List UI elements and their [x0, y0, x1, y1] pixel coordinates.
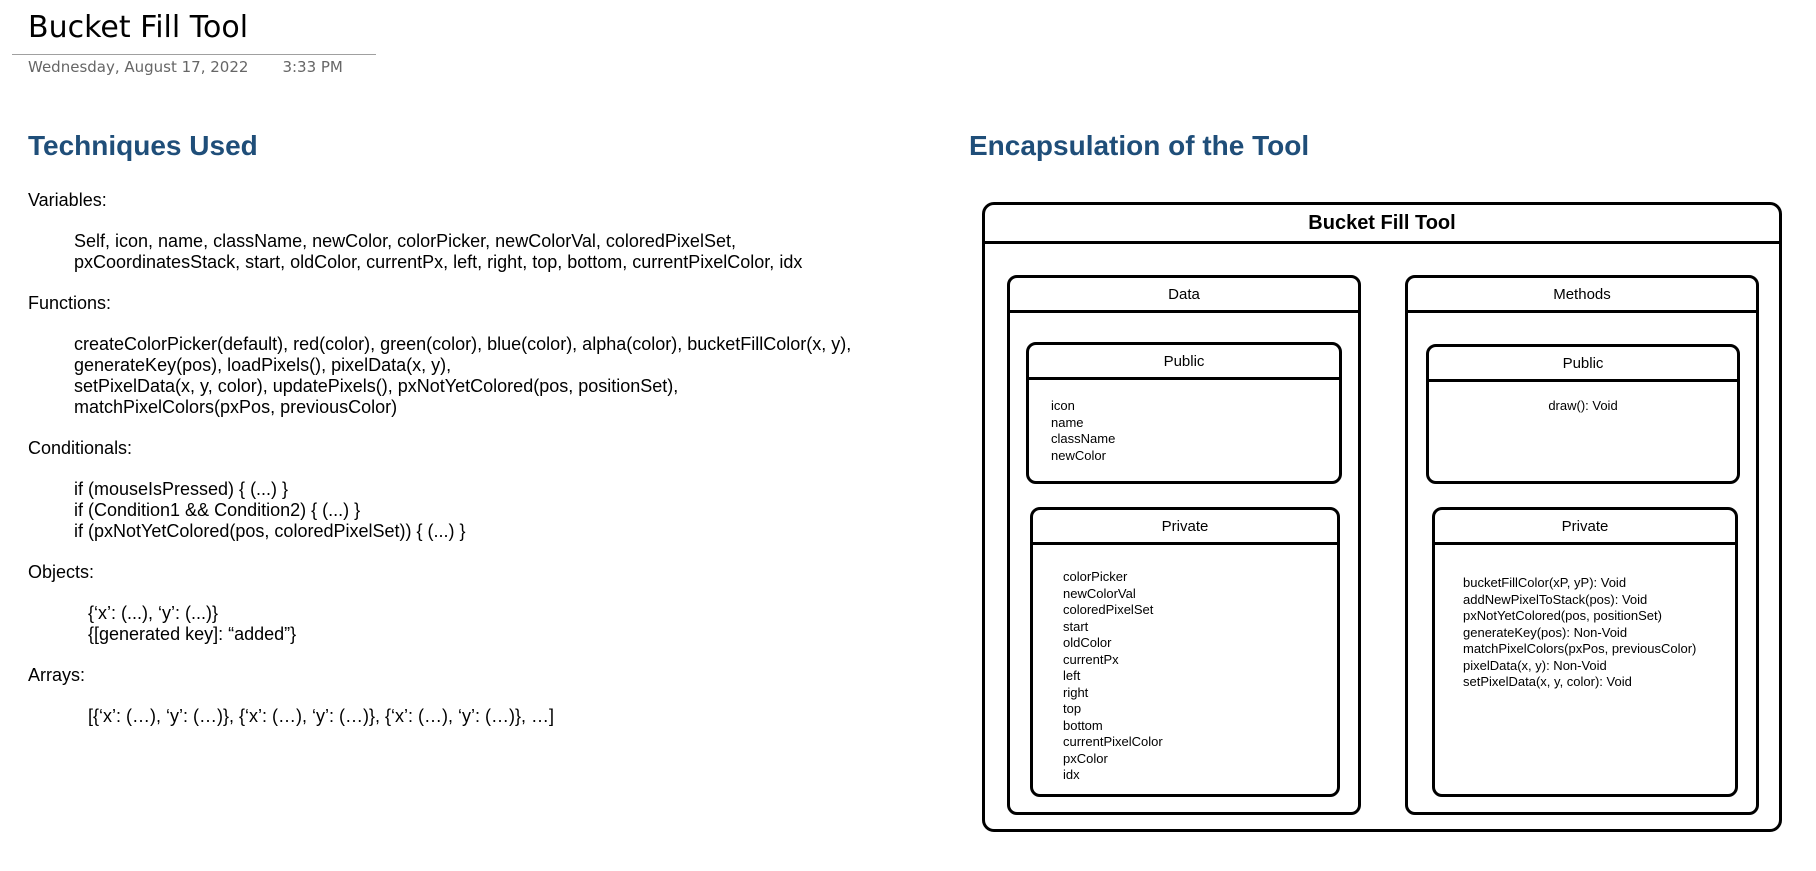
objects-line: {‘x’: (...), ‘y’: (...)} — [88, 603, 219, 623]
list-item: currentPx — [1063, 651, 1119, 667]
methods-private-box: Private bucketFillColor(xP, yP): Void ad… — [1432, 507, 1738, 797]
list-item: colorPicker — [1063, 569, 1128, 584]
list-item: icon — [1051, 398, 1075, 413]
techniques-heading: Techniques Used — [28, 130, 258, 161]
page-time: 3:33 PM — [282, 58, 343, 76]
functions-line: createColorPicker(default), red(color), … — [74, 334, 852, 354]
conditionals-line: if (pxNotYetColored(pos, coloredPixelSet… — [74, 521, 466, 541]
data-private-title: Private — [1033, 510, 1337, 545]
variables-line: pxCoordinatesStack, start, oldColor, cur… — [74, 252, 803, 272]
title-divider — [12, 54, 376, 55]
class-diagram: Bucket Fill Tool Data Public icon name c… — [982, 202, 1782, 832]
list-item: pxNotYetColored(pos, positionSet) — [1463, 608, 1662, 623]
arrays-body: [{‘x’: (…), ‘y’: (…)}, {‘x’: (…), ‘y’: (… — [88, 706, 928, 727]
page-date: Wednesday, August 17, 2022 — [28, 58, 249, 76]
list-item: oldColor — [1063, 635, 1112, 650]
methods-box: Methods Public draw(): Void Private buck… — [1405, 275, 1759, 815]
functions-body: createColorPicker(default), red(color), … — [74, 334, 928, 418]
methods-box-title: Methods — [1408, 278, 1756, 313]
conditionals-line: if (Condition1 && Condition2) { (...) } — [74, 500, 361, 520]
data-private-list: colorPicker newColorVal coloredPixelSet … — [1033, 545, 1337, 784]
list-item: pixelData(x, y): Non-Void — [1463, 657, 1607, 673]
conditionals-line: if (mouseIsPressed) { (...) } — [74, 479, 289, 499]
list-item: coloredPixelSet — [1063, 602, 1154, 617]
diagram-title: Bucket Fill Tool — [985, 205, 1779, 244]
list-item: idx — [1063, 767, 1080, 782]
functions-label: Functions: — [28, 293, 112, 313]
list-item: setPixelData(x, y, color): Void — [1463, 674, 1632, 689]
objects-body: {‘x’: (...), ‘y’: (...)} {[generated key… — [88, 603, 928, 645]
page-title: Bucket Fill Tool — [28, 10, 249, 45]
variables-line: Self, icon, name, className, newColor, c… — [74, 231, 736, 251]
data-public-title: Public — [1029, 345, 1339, 380]
conditionals-label: Conditionals: — [28, 438, 133, 458]
functions-line: matchPixelColors(pxPos, previousColor) — [74, 397, 398, 417]
list-item: newColorVal — [1063, 585, 1136, 601]
arrays-label: Arrays: — [28, 665, 86, 685]
page-timestamp: Wednesday, August 17, 2022 3:33 PM — [28, 58, 343, 76]
list-item: matchPixelColors(pxPos, previousColor) — [1463, 641, 1697, 656]
list-item: name — [1051, 414, 1084, 430]
functions-line: generateKey(pos), loadPixels(), pixelDat… — [74, 355, 452, 375]
data-box: Data Public icon name className newColor… — [1007, 275, 1361, 815]
variables-body: Self, icon, name, className, newColor, c… — [74, 231, 928, 273]
arrays-line: [{‘x’: (…), ‘y’: (…)}, {‘x’: (…), ‘y’: (… — [88, 706, 555, 726]
list-item: bucketFillColor(xP, yP): Void — [1463, 575, 1627, 590]
objects-line: {[generated key]: “added”} — [88, 624, 297, 644]
functions-line: setPixelData(x, y, color), updatePixels(… — [74, 376, 679, 396]
conditionals-body: if (mouseIsPressed) { (...) } if (Condit… — [74, 479, 928, 542]
methods-private-title: Private — [1435, 510, 1735, 545]
objects-label: Objects: — [28, 562, 95, 582]
data-private-box: Private colorPicker newColorVal coloredP… — [1030, 507, 1340, 797]
encapsulation-heading: Encapsulation of the Tool — [969, 130, 1310, 161]
methods-public-box: Public draw(): Void — [1426, 344, 1740, 484]
list-item: draw(): Void — [1548, 398, 1618, 413]
methods-public-title: Public — [1429, 347, 1737, 382]
list-item: addNewPixelToStack(pos): Void — [1463, 591, 1648, 607]
methods-private-list: bucketFillColor(xP, yP): Void addNewPixe… — [1435, 545, 1735, 691]
list-item: right — [1063, 684, 1089, 700]
techniques-list: Variables: Self, icon, name, className, … — [28, 190, 928, 747]
list-item: bottom — [1063, 717, 1103, 733]
list-item: pxColor — [1063, 750, 1108, 766]
list-item: start — [1063, 618, 1089, 634]
list-item: generateKey(pos): Non-Void — [1463, 624, 1628, 640]
list-item: newColor — [1051, 447, 1106, 463]
data-public-list: icon name className newColor — [1029, 380, 1339, 464]
variables-label: Variables: — [28, 190, 107, 210]
list-item: left — [1063, 668, 1081, 683]
data-public-box: Public icon name className newColor — [1026, 342, 1342, 484]
list-item: className — [1051, 431, 1116, 446]
list-item: currentPixelColor — [1063, 734, 1163, 749]
list-item: top — [1063, 701, 1082, 716]
data-box-title: Data — [1010, 278, 1358, 313]
methods-public-list: draw(): Void — [1429, 382, 1737, 415]
